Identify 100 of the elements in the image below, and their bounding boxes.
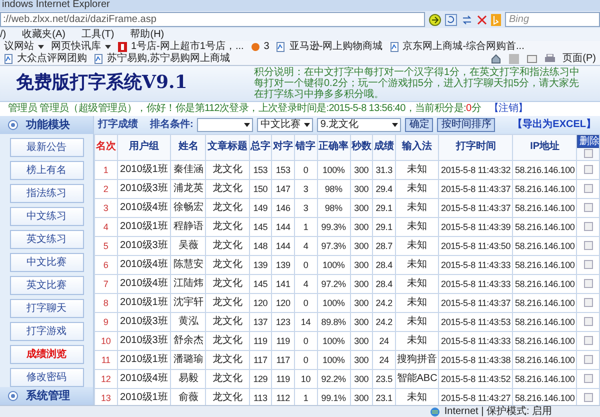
row-checkbox[interactable] (584, 202, 593, 212)
button[interactable]: 确定 (405, 118, 434, 132)
table-cell: 2015-5-8 11:43:33 (438, 255, 513, 274)
sidebar-button[interactable]: 成绩浏览 (10, 344, 84, 364)
arrows-icon[interactable] (461, 14, 473, 26)
table-cell: 2010级1班 (117, 217, 171, 236)
table-cell: 29.1 (372, 217, 396, 236)
table-cell: 99.3% (317, 217, 350, 236)
table-cell: 89.8% (317, 312, 350, 332)
favorite-link[interactable]: 网页快讯库 (51, 41, 101, 53)
table-cell: 龙文化 (206, 312, 250, 332)
favorite-link[interactable]: 大众点评网团购 (17, 53, 87, 65)
table-cell: 300 (350, 179, 373, 198)
table-cell: 300 (350, 350, 373, 370)
column-header: 姓名 (170, 134, 206, 160)
favorite-link[interactable]: 议网站 (4, 41, 34, 53)
table-cell: 100% (317, 293, 350, 312)
menu-item[interactable]: 帮助(H) (130, 28, 164, 41)
row-checkbox[interactable] (584, 316, 593, 326)
table-cell: 4 (294, 236, 318, 256)
row-checkbox[interactable] (584, 240, 593, 250)
button[interactable]: 按时间排序 (437, 118, 496, 132)
table-cell: 未知 (395, 255, 439, 274)
table-cell: 2010级4班 (117, 198, 171, 218)
row-checkbox[interactable] (584, 278, 593, 288)
table-cell: 120 (249, 293, 272, 312)
favorite-link[interactable]: 京东网上商城-综合网购首... (402, 41, 524, 53)
row-checkbox[interactable] (584, 184, 593, 193)
sidebar-button[interactable]: 中文练习 (10, 206, 84, 226)
row-checkbox[interactable] (584, 374, 593, 383)
address-field[interactable]: ://web.zlxx.net/dazi/daziFrame.asp (0, 12, 425, 27)
table-cell: 149 (249, 198, 272, 218)
favorite-link[interactable]: 亚马逊-网上购物商城 (289, 41, 383, 53)
home-icon[interactable] (490, 54, 501, 64)
section-title: 功能模块 (26, 118, 70, 131)
menu-item[interactable]: 收藏夹(A) (22, 28, 66, 41)
table-cell: 0 (294, 293, 318, 312)
table-cell: 153 (272, 160, 294, 180)
sidebar-button[interactable]: 打字游戏 (10, 322, 84, 341)
table-cell: 300 (350, 312, 373, 332)
window-title: indows Internet Explorer (0, 0, 600, 11)
table-cell: 141 (272, 274, 294, 294)
table-cell: 2015-5-8 11:43:33 (438, 331, 513, 350)
table-cell: 龙文化 (206, 255, 250, 274)
sidebar-button[interactable]: 中文比赛 (10, 252, 84, 272)
column-header: 错字 (294, 134, 318, 160)
table-cell: 江陆炜 (170, 274, 206, 294)
sidebar-button[interactable]: 最新公告 (10, 138, 84, 157)
row-checkbox[interactable] (584, 336, 593, 345)
page-menu[interactable]: 页面(P) (562, 53, 596, 65)
menu-item[interactable]: 工具(T) (81, 28, 114, 41)
sidebar-button[interactable]: 英文比赛 (10, 276, 84, 295)
search-field[interactable]: Bing (505, 12, 600, 27)
section-title: 系统管理 (26, 390, 70, 402)
favorite-link[interactable]: 3 (264, 41, 270, 53)
table-cell: 搜狗拼音 (395, 350, 439, 370)
export-link[interactable]: 【导出为EXCEL】 (512, 118, 596, 131)
row-checkbox[interactable] (584, 164, 593, 174)
table-cell: 0 (294, 331, 318, 350)
logout-link[interactable]: 【注销】 (488, 102, 528, 116)
select-all-checkbox[interactable] (584, 148, 593, 158)
table-cell: 145 (249, 217, 272, 236)
table-cell: 未知 (395, 293, 439, 312)
sidebar-button[interactable]: 英文练习 (10, 230, 84, 249)
favorite-link[interactable]: 苏宁易购,苏宁易购网上商城 (107, 53, 230, 65)
dropdown[interactable] (197, 118, 254, 132)
column-header: 对字 (272, 134, 294, 160)
sidebar-button[interactable]: 指法练习 (10, 184, 84, 203)
table-cell: 龙文化 (206, 217, 250, 236)
table-cell: 119 (249, 331, 272, 350)
table-cell: 10 (94, 331, 118, 350)
compatibility-icon[interactable] (429, 14, 441, 26)
delete-button[interactable]: 删除 (578, 135, 598, 148)
row-checkbox[interactable] (584, 260, 593, 269)
row-checkbox[interactable] (584, 222, 593, 231)
table-cell: 舒余杰 (170, 331, 206, 350)
sidebar-button[interactable]: 榜上有名 (10, 160, 84, 180)
print-icon[interactable] (544, 54, 555, 64)
close-icon[interactable] (477, 14, 487, 24)
table-cell: 300 (350, 160, 373, 180)
row-checkbox[interactable] (584, 392, 593, 402)
sidebar-button[interactable]: 修改密码 (10, 368, 84, 387)
menu-item[interactable]: /) (0, 28, 6, 41)
table-cell: 2015-5-8 11:43:53 (438, 312, 513, 332)
sidebar-button[interactable]: 打字聊天 (10, 298, 84, 318)
row-checkbox[interactable] (584, 354, 593, 364)
table-cell: 浦龙英 (170, 179, 206, 198)
table-cell: 24 (372, 331, 396, 350)
table-cell: 58.216.146.100 (512, 331, 577, 350)
table-cell: 300 (350, 198, 373, 218)
table-cell: 2 (94, 179, 118, 198)
refresh-icon[interactable] (445, 14, 457, 26)
table-cell: 智能ABC (395, 369, 439, 388)
table-cell: 5 (94, 236, 118, 256)
table-cell: 100% (317, 255, 350, 274)
table-cell: 100% (317, 331, 350, 350)
favorite-link[interactable]: 1号店-网上超市1号店，... (131, 41, 244, 53)
row-checkbox[interactable] (584, 298, 593, 307)
table-cell: 龙文化 (206, 179, 250, 198)
table-cell: 97.2% (317, 274, 350, 294)
